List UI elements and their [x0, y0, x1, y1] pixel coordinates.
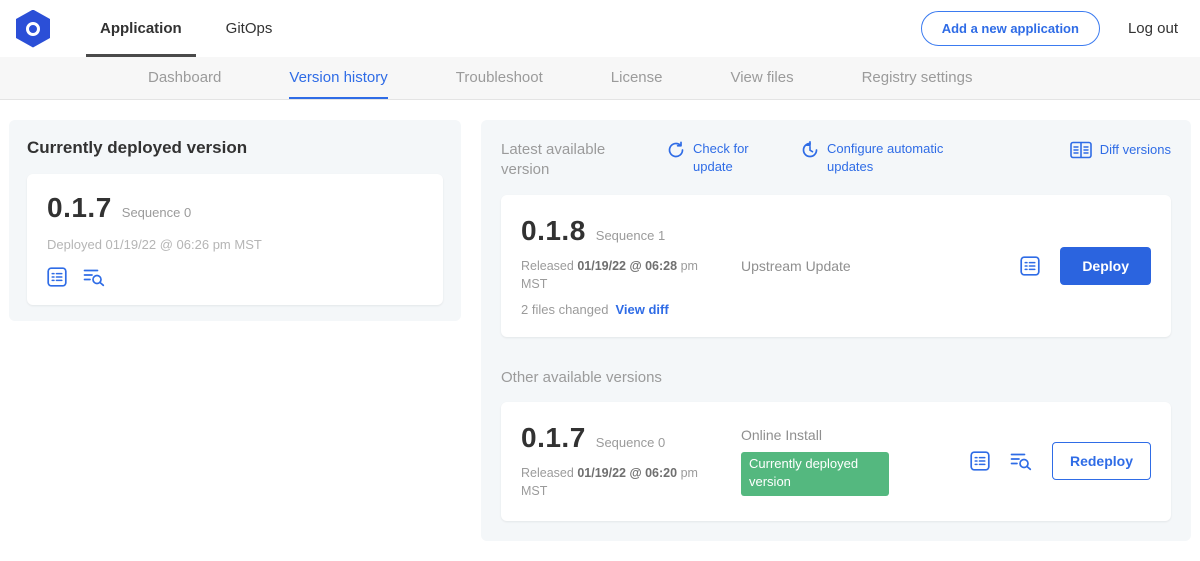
app-logo-mark — [26, 22, 40, 36]
app-logo[interactable] — [16, 10, 50, 48]
deployed-panel-title: Currently deployed version — [27, 138, 443, 158]
tab-application-label: Application — [100, 20, 182, 37]
available-header: Latest available version Check for updat… — [501, 136, 1171, 179]
release-notes-icon[interactable] — [1020, 256, 1040, 276]
latest-version-info: 0.1.8 Sequence 1 Released 01/19/22 @ 06:… — [521, 215, 727, 317]
other-versions-title: Other available versions — [501, 369, 1171, 386]
deployed-version-card: 0.1.7 Sequence 0 Deployed 01/19/22 @ 06:… — [27, 174, 443, 305]
check-for-update-action[interactable]: Check for update — [667, 140, 757, 175]
latest-version-card: 0.1.8 Sequence 1 Released 01/19/22 @ 06:… — [501, 195, 1171, 337]
subnav-item-view-files[interactable]: View files — [730, 57, 793, 99]
deployed-version-row: 0.1.7 Sequence 0 — [47, 192, 423, 224]
subnav-label-troubleshoot: Troubleshoot — [456, 69, 543, 86]
auto-update-clock-icon — [801, 141, 819, 159]
subnav-item-dashboard[interactable]: Dashboard — [148, 57, 221, 99]
deployed-timestamp: Deployed 01/19/22 @ 06:26 pm MST — [47, 237, 423, 252]
check-for-update-label: Check for update — [693, 140, 757, 175]
tab-application[interactable]: Application — [78, 0, 204, 57]
latest-released-timestamp: Released 01/19/22 @ 06:28 pm MST — [521, 257, 706, 293]
latest-files-changed-row: 2 files changed View diff — [521, 302, 727, 317]
other-version-info: 0.1.7 Sequence 0 Released 01/19/22 @ 06:… — [521, 422, 727, 500]
currently-deployed-panel: Currently deployed version 0.1.7 Sequenc… — [9, 120, 461, 321]
diff-versions-action[interactable]: Diff versions — [1070, 140, 1171, 159]
release-notes-icon[interactable] — [970, 451, 990, 471]
other-version-number: 0.1.7 — [521, 422, 586, 454]
diff-versions-icon — [1070, 141, 1092, 159]
release-notes-icon[interactable] — [47, 267, 67, 287]
other-version-actions: Redeploy — [970, 442, 1151, 480]
latest-version-actions: Deploy — [1020, 247, 1151, 285]
top-navbar: Application GitOps Add a new application… — [0, 0, 1200, 57]
available-panel-title: Latest available version — [501, 140, 633, 179]
latest-version-number: 0.1.8 — [521, 215, 586, 247]
logout-link[interactable]: Log out — [1128, 20, 1178, 37]
subnav-item-registry-settings[interactable]: Registry settings — [862, 57, 973, 99]
main-content: Currently deployed version 0.1.7 Sequenc… — [0, 100, 1200, 561]
tab-gitops[interactable]: GitOps — [204, 0, 295, 57]
view-diff-link[interactable]: View diff — [615, 302, 668, 317]
other-source-label: Online Install — [741, 427, 970, 443]
diff-versions-label: Diff versions — [1100, 141, 1171, 159]
available-versions-panel: Latest available version Check for updat… — [481, 120, 1191, 541]
subnav-label-version-history: Version history — [289, 69, 387, 86]
tab-gitops-label: GitOps — [226, 20, 273, 37]
deployed-actions — [47, 267, 423, 287]
subnav-label-registry-settings: Registry settings — [862, 69, 973, 86]
view-files-icon[interactable] — [83, 267, 105, 287]
subnav-label-view-files: View files — [730, 69, 793, 86]
subnav-item-license[interactable]: License — [611, 57, 663, 99]
files-changed-count: 2 files changed — [521, 302, 608, 317]
view-files-icon[interactable] — [1010, 451, 1032, 471]
subnav-label-dashboard: Dashboard — [148, 69, 221, 86]
sub-navbar: Dashboard Version history Troubleshoot L… — [0, 57, 1200, 100]
other-released-timestamp: Released 01/19/22 @ 06:20 pm MST — [521, 464, 706, 500]
deployed-sequence: Sequence 0 — [122, 205, 191, 220]
deployed-version-number: 0.1.7 — [47, 192, 112, 224]
latest-version-source: Upstream Update — [727, 258, 1020, 274]
refresh-icon — [667, 141, 685, 159]
latest-sequence: Sequence 1 — [596, 228, 665, 243]
other-sequence: Sequence 0 — [596, 435, 665, 450]
currently-deployed-badge: Currently deployed version — [741, 452, 889, 497]
topnav-tabs: Application GitOps — [78, 0, 294, 57]
topnav-right: Add a new application Log out — [921, 11, 1178, 46]
subnav-item-version-history[interactable]: Version history — [289, 57, 387, 99]
other-version-card: 0.1.7 Sequence 0 Released 01/19/22 @ 06:… — [501, 402, 1171, 520]
subnav-item-troubleshoot[interactable]: Troubleshoot — [456, 57, 543, 99]
add-application-button[interactable]: Add a new application — [921, 11, 1100, 46]
deploy-button[interactable]: Deploy — [1060, 247, 1151, 285]
subnav-label-license: License — [611, 69, 663, 86]
configure-automatic-updates-action[interactable]: Configure automatic updates — [801, 140, 959, 175]
other-version-source: Online Install Currently deployed versio… — [727, 427, 970, 497]
admin-console: Application GitOps Add a new application… — [0, 0, 1200, 561]
redeploy-button[interactable]: Redeploy — [1052, 442, 1151, 480]
configure-automatic-updates-label: Configure automatic updates — [827, 140, 959, 175]
